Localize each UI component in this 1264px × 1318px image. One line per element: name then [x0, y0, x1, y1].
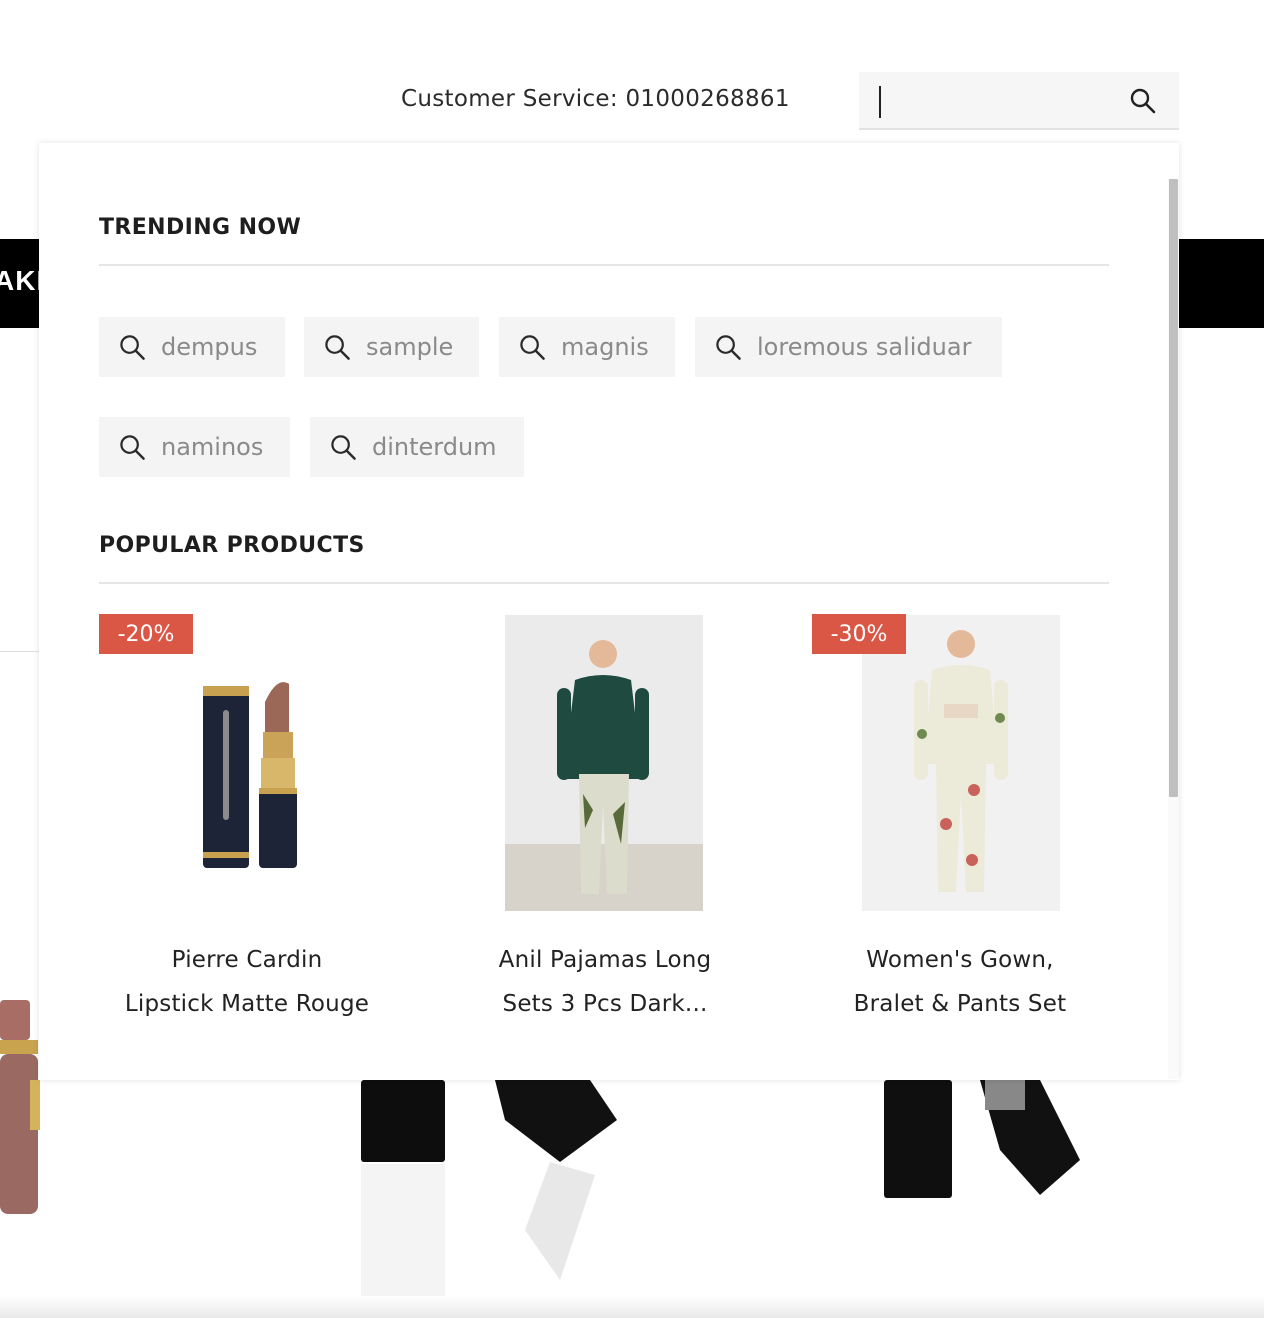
trending-chip-dempus[interactable]: dempus	[99, 317, 285, 377]
background-divider	[0, 651, 40, 652]
search-icon	[120, 434, 145, 460]
background-product-image-1	[0, 1000, 40, 1214]
background-product-image-2	[361, 1080, 617, 1304]
trending-title: TRENDING NOW	[99, 215, 302, 240]
product-image[interactable]: -30%	[812, 614, 1108, 912]
chip-label: naminos	[161, 433, 264, 461]
search-icon	[120, 334, 145, 360]
background-product-image-3	[884, 1080, 1080, 1198]
product-name[interactable]: Women's Gown, Bralet & Pants Set	[812, 938, 1108, 1026]
banner-left: AKE	[0, 239, 40, 328]
trending-divider	[99, 264, 1109, 266]
product-card[interactable]: -30% Women's Gown, Bralet & Pants Set	[812, 614, 1108, 1026]
banner-right	[1179, 239, 1264, 328]
discount-badge: -20%	[99, 614, 193, 654]
search-dropdown: TRENDING NOW dempus sample magnis loremo…	[39, 143, 1179, 1080]
trending-chip-dinterdum[interactable]: dinterdum	[310, 417, 524, 477]
chip-label: magnis	[561, 333, 649, 361]
product-card[interactable]: Anil Pajamas Long Sets 3 Pcs Dark...	[457, 614, 753, 1026]
chip-label: dempus	[161, 333, 258, 361]
search-icon	[331, 434, 356, 460]
pajamas-image	[505, 615, 703, 911]
trending-chip-loremous-saliduar[interactable]: loremous saliduar	[695, 317, 1002, 377]
popular-products-title: POPULAR PRODUCTS	[99, 533, 365, 558]
search-icon	[520, 334, 545, 360]
search-input[interactable]	[859, 72, 1119, 128]
search-icon[interactable]	[1129, 87, 1157, 115]
banner-text: AKE	[0, 265, 40, 296]
gown-set-image	[862, 615, 1060, 911]
product-card[interactable]: -20% Pierre Cardin Lipstick Matte Rouge	[99, 614, 395, 1026]
text-caret	[879, 86, 881, 118]
popular-products-divider	[99, 582, 1109, 584]
customer-service-text: Customer Service: 01000268861	[401, 86, 790, 112]
search-icon	[325, 334, 350, 360]
product-image[interactable]: -20%	[99, 614, 395, 912]
product-name[interactable]: Anil Pajamas Long Sets 3 Pcs Dark...	[457, 938, 753, 1026]
page-bottom-fade	[0, 1296, 1264, 1318]
search-box[interactable]	[859, 72, 1179, 130]
trending-chip-sample[interactable]: sample	[304, 317, 479, 377]
trending-chip-magnis[interactable]: magnis	[499, 317, 675, 377]
product-name[interactable]: Pierre Cardin Lipstick Matte Rouge	[99, 938, 395, 1026]
chip-label: dinterdum	[372, 433, 497, 461]
dropdown-scrollbar-thumb[interactable]	[1169, 179, 1178, 797]
chip-label: sample	[366, 333, 454, 361]
discount-badge: -30%	[812, 614, 906, 654]
search-icon	[716, 334, 741, 360]
product-image[interactable]	[457, 614, 753, 912]
lipstick-image	[203, 682, 297, 868]
chip-label: loremous saliduar	[757, 333, 972, 361]
trending-chip-naminos[interactable]: naminos	[99, 417, 290, 477]
